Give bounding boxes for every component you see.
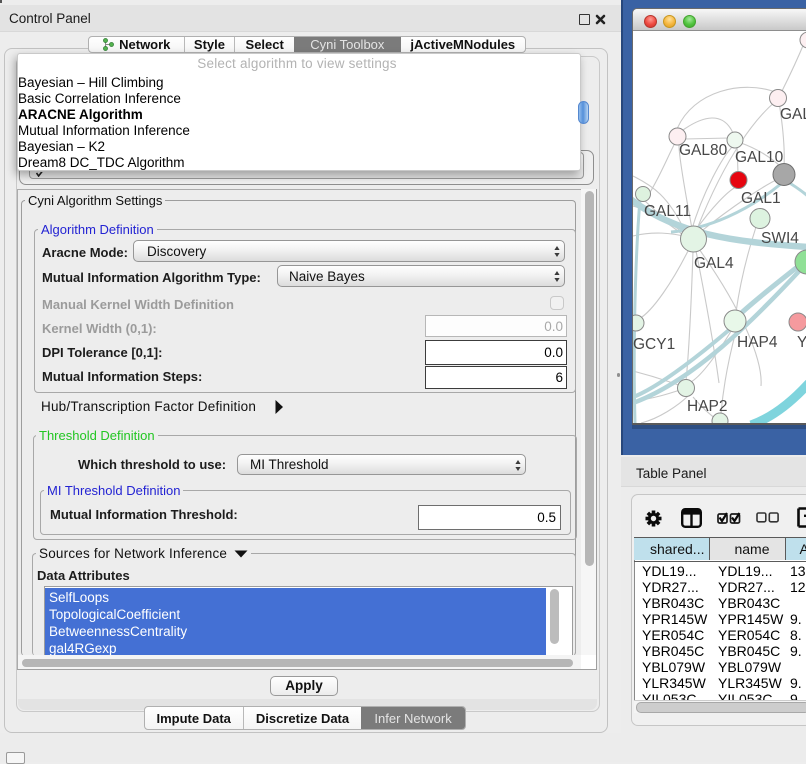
svg-text:GAL10: GAL10: [735, 149, 784, 166]
svg-text:GAL80: GAL80: [679, 142, 728, 159]
svg-text:GAL: GAL: [780, 106, 806, 123]
svg-text:HAP4: HAP4: [737, 334, 778, 351]
svg-text:SWI4: SWI4: [761, 230, 799, 247]
svg-text:GAL4: GAL4: [694, 255, 734, 272]
svg-text:HAP2: HAP2: [687, 398, 728, 415]
svg-text:Y: Y: [797, 334, 806, 351]
svg-text:GAL11: GAL11: [644, 203, 691, 220]
svg-text:GAL1: GAL1: [741, 190, 781, 207]
svg-text:GCY1: GCY1: [633, 336, 675, 353]
